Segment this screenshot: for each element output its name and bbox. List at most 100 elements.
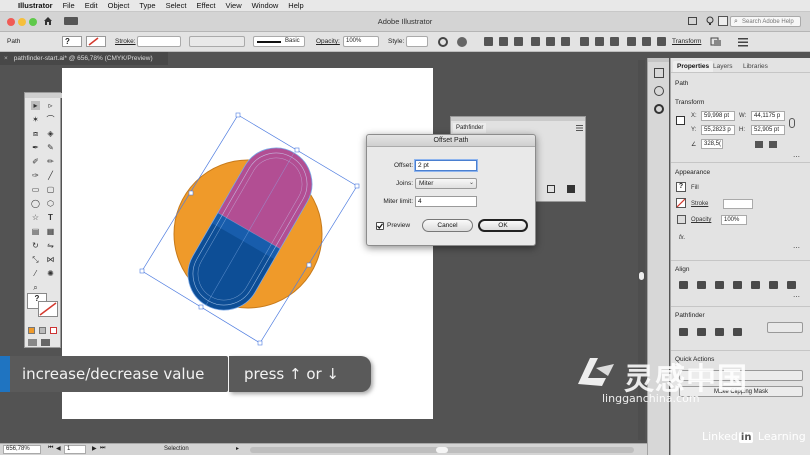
gradient-tool-icon[interactable]: ▤ (31, 227, 40, 236)
tab-layers[interactable]: Layers (709, 61, 737, 72)
h-field[interactable]: 52,905 pt (751, 125, 785, 135)
arrange-documents-icon[interactable] (688, 17, 697, 25)
appearance-icon[interactable] (654, 104, 664, 114)
scrollbar-thumb[interactable] (436, 447, 448, 453)
stroke-weight-field[interactable] (723, 199, 753, 209)
reflect-tool-icon[interactable]: ⇋ (46, 241, 55, 250)
color-guide-icon[interactable] (654, 68, 664, 78)
bbox-handle[interactable] (306, 262, 312, 268)
x-field[interactable]: 59,998 pt (701, 111, 735, 121)
constrain-proportions-icon[interactable] (789, 118, 795, 128)
rounded-rectangle-tool-icon[interactable]: ▢ (46, 185, 55, 194)
intersect-icon[interactable] (715, 328, 724, 336)
isolate-group-icon[interactable] (710, 37, 722, 47)
bbox-handle[interactable] (188, 190, 194, 196)
artboard-tool-icon[interactable]: ⧈ (31, 129, 40, 138)
ok-button[interactable]: OK (478, 219, 528, 232)
fill-none-swatch[interactable]: ? (676, 182, 686, 192)
align-left-icon[interactable] (679, 281, 688, 289)
stroke-none-swatch[interactable] (676, 198, 686, 208)
scale-tool-icon[interactable]: ⤡ (31, 255, 40, 264)
status-menu-icon[interactable]: ▸ (236, 445, 239, 452)
bbox-handle[interactable] (235, 112, 241, 118)
zoom-field[interactable]: 656,78% (3, 445, 41, 454)
stroke-color-box[interactable] (38, 301, 58, 317)
flip-vertical-icon[interactable] (769, 141, 777, 148)
polygon-tool-icon[interactable]: ⬡ (46, 199, 55, 208)
miter-limit-input[interactable]: 4 (415, 196, 477, 207)
direct-selection-tool-icon[interactable]: ▹ (46, 101, 55, 110)
panel-menu-icon[interactable] (738, 37, 748, 47)
y-field[interactable]: 55,2823 p (701, 125, 735, 135)
exclude-icon[interactable] (733, 328, 742, 336)
align-vcenter-icon[interactable] (751, 281, 760, 289)
align-to-icon[interactable] (787, 281, 796, 289)
eyedropper-tool-icon[interactable]: ⁄ (31, 269, 40, 278)
flip-horizontal-icon[interactable] (755, 141, 763, 148)
toolbox-grip[interactable] (25, 93, 62, 98)
panel-menu-icon[interactable] (576, 125, 583, 131)
perspective-tool-icon[interactable]: ◈ (46, 129, 55, 138)
pencil-tool-icon[interactable]: ✏ (46, 157, 55, 166)
next-artboard-icon[interactable]: ▶ (92, 445, 97, 452)
lasso-tool-icon[interactable]: ⌒ (46, 115, 55, 124)
w-field[interactable]: 44,1175 p (751, 111, 785, 121)
pen-tool-icon[interactable]: ✒ (31, 143, 40, 152)
crop-icon[interactable] (567, 185, 575, 193)
expand-button[interactable] (767, 322, 803, 333)
offset-input[interactable]: 2 pt (415, 160, 477, 171)
last-artboard-icon[interactable]: ⏭ (100, 445, 105, 452)
tab-properties[interactable]: Properties (673, 61, 714, 72)
width-tool-icon[interactable]: ⋈ (46, 255, 55, 264)
stroke-link[interactable]: Stroke (691, 201, 708, 207)
distribute-right-icon[interactable] (657, 37, 666, 46)
first-artboard-icon[interactable]: ⏮ (48, 445, 53, 452)
opacity-field[interactable]: 100% (721, 215, 747, 225)
unite-icon[interactable] (679, 328, 688, 336)
align-bottom-icon[interactable] (769, 281, 778, 289)
symbol-sprayer-tool-icon[interactable]: ✺ (46, 269, 55, 278)
lightbulb-icon[interactable] (706, 16, 714, 26)
cancel-button[interactable]: Cancel (422, 219, 473, 232)
screen-mode-icon[interactable] (41, 339, 50, 346)
curvature-tool-icon[interactable]: ✎ (46, 143, 55, 152)
rectangle-tool-icon[interactable]: ▭ (31, 185, 40, 194)
bbox-handle[interactable] (257, 340, 263, 346)
layout-icon[interactable] (718, 16, 728, 26)
more-options-icon[interactable]: ⋯ (793, 153, 800, 161)
none-mode-icon[interactable] (50, 327, 57, 334)
align-top-icon[interactable] (733, 281, 742, 289)
magic-wand-tool-icon[interactable]: ✶ (31, 115, 40, 124)
ellipse-tool-icon[interactable]: ◯ (31, 199, 40, 208)
type-tool-icon[interactable]: T (46, 213, 55, 222)
horizontal-scrollbar[interactable] (250, 447, 634, 453)
bbox-handle[interactable] (294, 147, 300, 153)
line-tool-icon[interactable]: ╱ (46, 171, 55, 180)
strip-grip[interactable] (648, 58, 669, 62)
tab-libraries[interactable]: Libraries (739, 61, 772, 72)
color-mode-icon[interactable] (28, 327, 35, 334)
minus-back-icon[interactable] (547, 185, 555, 193)
blob-brush-tool-icon[interactable]: ✑ (31, 171, 40, 180)
fx-button[interactable]: fx. (679, 235, 685, 241)
panel-grip[interactable] (451, 117, 585, 121)
drawing-mode-icon[interactable] (28, 339, 37, 346)
search-help-field[interactable]: ⌕ Search Adobe Help (730, 16, 801, 27)
angle-field[interactable]: 328,5( (701, 139, 723, 149)
rotate-tool-icon[interactable]: ↻ (31, 241, 40, 250)
gradient-mode-icon[interactable] (39, 327, 46, 334)
zoom-tool-icon[interactable]: ⌕ (31, 283, 40, 292)
joins-select[interactable]: Miter ⌄ (415, 178, 477, 189)
mesh-tool-icon[interactable]: ▦ (46, 227, 55, 236)
bbox-handle[interactable] (354, 183, 360, 189)
more-options-icon[interactable]: ⋯ (793, 244, 800, 252)
bbox-handle[interactable] (198, 304, 204, 310)
swatches-icon[interactable] (654, 86, 664, 96)
reference-point-icon[interactable] (676, 116, 685, 125)
scrollbar-thumb[interactable] (639, 272, 644, 280)
bbox-handle[interactable] (139, 268, 145, 274)
previous-artboard-icon[interactable]: ◀ (56, 445, 61, 452)
transform-link[interactable]: Transform (672, 38, 701, 45)
more-options-icon[interactable]: ⋯ (793, 293, 800, 301)
minus-front-icon[interactable] (697, 328, 706, 336)
